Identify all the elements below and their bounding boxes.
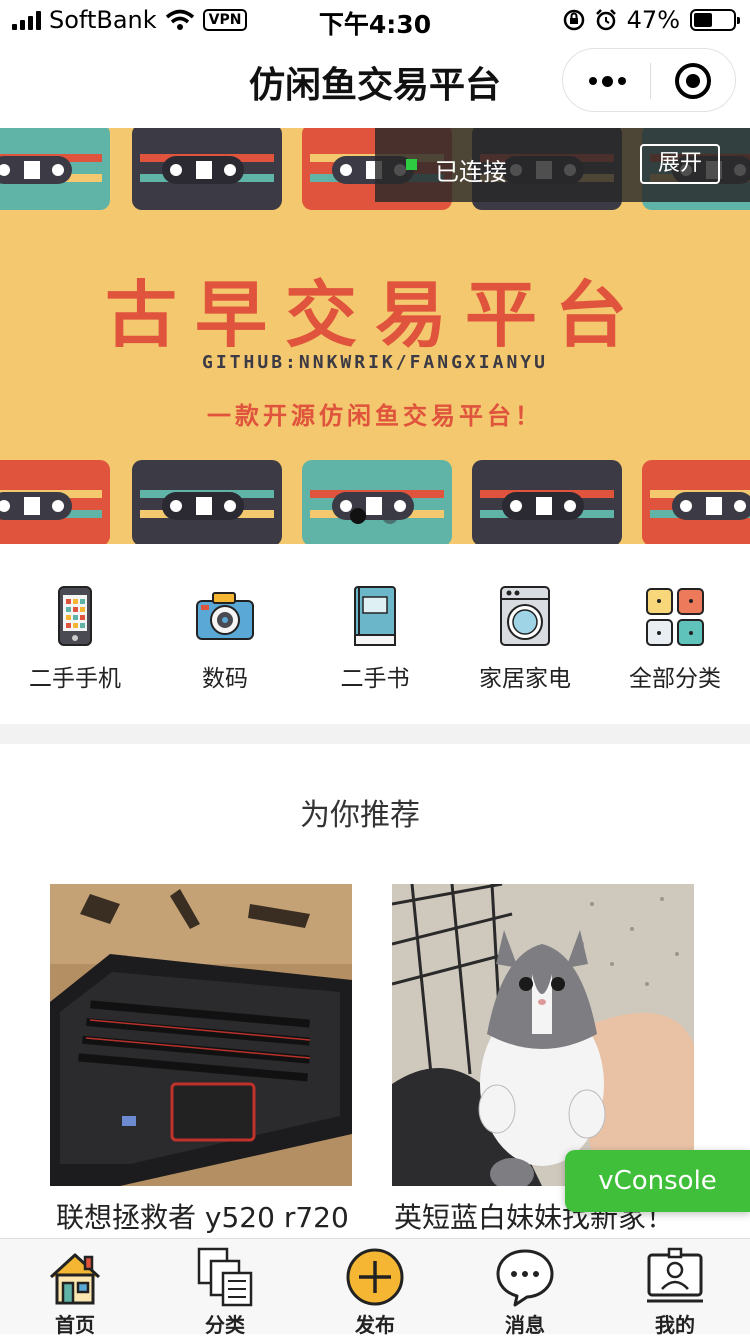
connection-panel: 已连接 展开 <box>375 128 750 202</box>
book-icon <box>343 585 407 649</box>
category-icon <box>197 1247 253 1307</box>
status-bar: SoftBank VPN 下午4:30 47% <box>0 0 750 40</box>
washing-machine-icon <box>493 585 557 649</box>
tab-profile[interactable]: 我的 <box>600 1239 750 1337</box>
publish-plus-icon <box>346 1248 404 1306</box>
cassette-decoration <box>642 460 750 544</box>
carousel-dot[interactable] <box>382 508 398 524</box>
connected-indicator-icon <box>406 159 417 170</box>
product-image-kitten[interactable] <box>392 884 694 1186</box>
expand-button[interactable]: 展开 <box>640 144 720 184</box>
miniprogram-capsule <box>562 48 736 112</box>
category-home-appliances[interactable]: 家居家电 <box>450 585 600 693</box>
tab-home[interactable]: 首页 <box>0 1239 150 1337</box>
tab-messages[interactable]: 消息 <box>450 1239 600 1337</box>
rotation-lock-icon <box>563 9 584 31</box>
more-icon[interactable] <box>589 76 626 87</box>
connection-status: 已连接 <box>435 158 507 186</box>
category-phone[interactable]: 二手手机 <box>0 585 150 693</box>
alarm-icon <box>595 9 616 31</box>
product-title[interactable]: 联想拯救者 y520 r720 <box>56 1196 376 1236</box>
cassette-decoration <box>0 460 110 544</box>
tab-category[interactable]: 分类 <box>150 1239 300 1337</box>
camera-icon <box>193 585 257 649</box>
cassette-decoration <box>132 128 282 210</box>
cassette-decoration <box>0 128 110 210</box>
phone-icon <box>43 585 107 649</box>
grid-icon <box>643 585 707 649</box>
cassette-decoration <box>302 460 452 544</box>
section-divider <box>0 724 750 744</box>
tab-publish[interactable]: 发布 <box>300 1239 450 1337</box>
banner-github: GITHUB:NNKWRIK/FANGXIANYU <box>202 352 548 373</box>
banner-subtitle: 一款开源仿闲鱼交易平台！ <box>207 401 543 430</box>
category-books[interactable]: 二手书 <box>300 585 450 693</box>
profile-icon <box>647 1247 703 1303</box>
cassette-decoration <box>132 460 282 544</box>
recommend-title: 为你推荐 <box>300 798 420 833</box>
banner-title: 古早交易平台 <box>104 272 645 357</box>
tab-bar: 首页 分类 发布 消息 我的 <box>0 1238 750 1337</box>
category-digital[interactable]: 数码 <box>150 585 300 693</box>
product-image-laptop[interactable] <box>50 884 352 1186</box>
battery-icon <box>690 9 740 31</box>
battery-percent: 47% <box>626 6 680 34</box>
cassette-decoration <box>472 460 622 544</box>
carousel-dot-active[interactable] <box>350 508 366 524</box>
vconsole-button[interactable]: vConsole <box>565 1150 750 1212</box>
home-icon <box>49 1253 101 1305</box>
message-icon <box>496 1249 554 1307</box>
close-target-icon[interactable] <box>675 63 711 99</box>
category-all[interactable]: 全部分类 <box>600 585 750 693</box>
